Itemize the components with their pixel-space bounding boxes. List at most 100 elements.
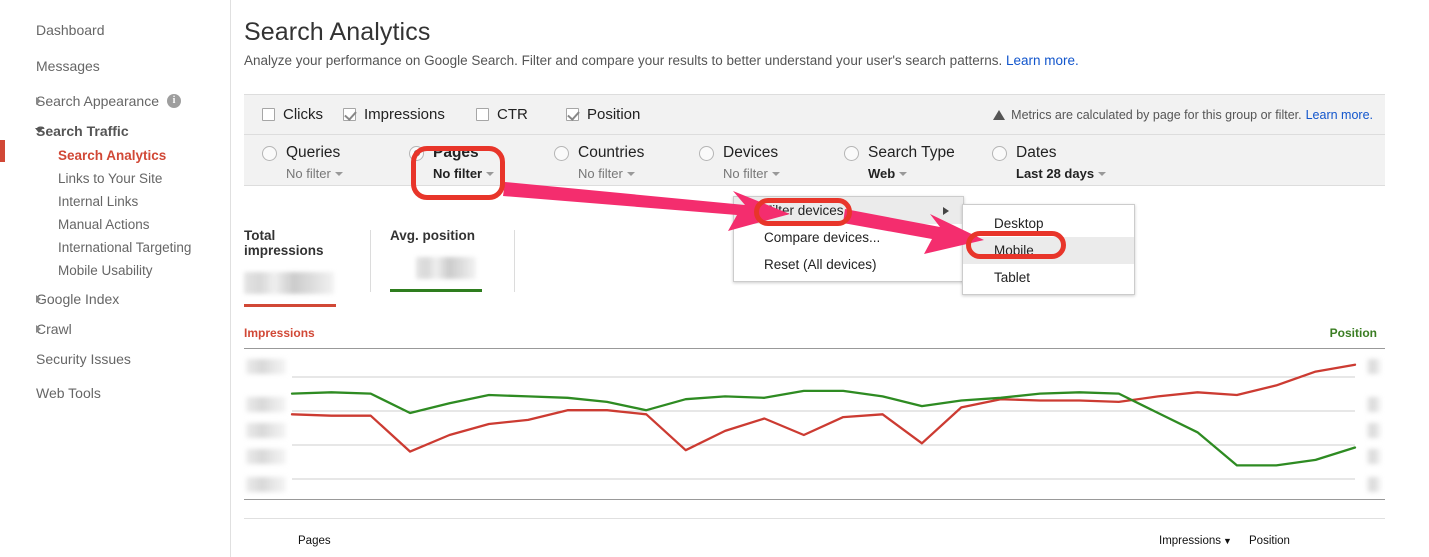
dimension-filter-dropdown[interactable]: No filter xyxy=(286,166,343,181)
stat-card-divider xyxy=(514,230,515,292)
sidebar-item-label: International Targeting xyxy=(58,239,192,255)
metric-checkbox-ctr[interactable]: CTR xyxy=(476,106,528,123)
sidebar-item-manual-actions[interactable]: Manual Actions xyxy=(0,213,150,236)
metrics-learn-more-link[interactable]: Learn more. xyxy=(1306,108,1373,122)
dimension-search-type[interactable]: Search Type Web xyxy=(844,144,955,181)
chart-series-position xyxy=(290,389,1357,467)
metric-label: Impressions xyxy=(364,106,445,123)
dimension-countries[interactable]: Countries No filter xyxy=(554,144,644,181)
sidebar-item-dashboard[interactable]: Dashboard xyxy=(0,18,105,41)
sidebar-item-security-issues[interactable]: Security Issues xyxy=(0,347,131,370)
stat-card-divider xyxy=(370,230,371,292)
menu-item-compare-devices[interactable]: Compare devices... xyxy=(734,224,963,251)
stat-card-value-redacted xyxy=(244,272,334,294)
device-filter-submenu[interactable]: Desktop Mobile Tablet xyxy=(962,204,1135,295)
dimension-filter-value: Web xyxy=(868,166,896,181)
dimension-filter-dropdown[interactable]: No filter xyxy=(578,166,644,181)
dimension-radio-row[interactable]: Search Type xyxy=(844,144,955,162)
table-header-impressions[interactable]: Impressions ▼ xyxy=(1159,535,1232,547)
dimensions-bar: Queries No filter Pages No filter Countries N… xyxy=(244,135,1385,186)
device-filter-menu[interactable]: Filter devices Compare devices... Reset (A… xyxy=(733,196,964,282)
info-icon[interactable]: i xyxy=(166,93,181,108)
menu-item-reset-all-devices[interactable]: Reset (All devices) xyxy=(734,251,963,278)
menu-item-label: Filter devices xyxy=(764,203,844,218)
chevron-down-icon[interactable] xyxy=(771,172,780,176)
header-learn-more-link[interactable]: Learn more. xyxy=(1006,53,1079,68)
page-description: Analyze your performance on Google Searc… xyxy=(244,53,1079,68)
dimension-radio-row[interactable]: Countries xyxy=(554,144,644,162)
sidebar-item-links-to-your-site[interactable]: Links to Your Site xyxy=(0,167,162,190)
sidebar-item-search-appearance[interactable]: Search Appearance i xyxy=(0,89,181,112)
table-header-label: Impressions xyxy=(1159,535,1221,547)
dimension-filter-dropdown[interactable]: No filter xyxy=(433,166,495,181)
dimension-label: Queries xyxy=(286,144,341,161)
dimension-radio-row[interactable]: Dates xyxy=(992,144,1106,162)
dimension-filter-dropdown[interactable]: Last 28 days xyxy=(1016,166,1107,181)
sidebar-item-label: Mobile Usability xyxy=(58,262,153,278)
metric-checkbox-impressions[interactable]: Impressions xyxy=(343,106,445,123)
table-header-pages[interactable]: Pages xyxy=(298,535,331,547)
radio-icon[interactable] xyxy=(262,145,277,161)
dimension-radio-row[interactable]: Devices xyxy=(699,144,780,162)
chevron-right-icon[interactable] xyxy=(36,324,46,334)
sort-descending-icon[interactable]: ▼ xyxy=(1223,536,1232,546)
submenu-item-label: Tablet xyxy=(994,270,1031,285)
menu-item-filter-devices[interactable]: Filter devices xyxy=(734,197,963,224)
sidebar-item-internal-links[interactable]: Internal Links xyxy=(0,190,138,213)
checkbox-icon[interactable] xyxy=(566,108,579,121)
chevron-down-icon[interactable] xyxy=(626,172,635,176)
dimension-filter-dropdown[interactable]: Web xyxy=(868,166,955,181)
checkbox-icon[interactable] xyxy=(343,108,356,121)
chart-svg xyxy=(290,363,1357,480)
dimension-radio-row[interactable]: Pages xyxy=(409,144,494,162)
sidebar-item-international-targeting[interactable]: International Targeting xyxy=(0,236,191,259)
warning-icon xyxy=(993,110,1006,120)
metric-checkbox-clicks[interactable]: Clicks xyxy=(262,106,323,123)
sidebar-item-google-index[interactable]: Google Index xyxy=(0,287,119,310)
chart-right-axis-label: Position xyxy=(1329,326,1377,340)
radio-icon[interactable] xyxy=(409,145,424,161)
stat-card-underline xyxy=(244,304,336,307)
table-header-position[interactable]: Position xyxy=(1249,535,1290,547)
chevron-down-icon[interactable] xyxy=(486,172,495,176)
radio-icon[interactable] xyxy=(699,145,714,161)
sidebar-item-search-traffic[interactable]: Search Traffic xyxy=(0,119,129,142)
chevron-right-icon[interactable] xyxy=(36,294,46,304)
chevron-down-icon[interactable] xyxy=(899,172,908,176)
submenu-item-mobile[interactable]: Mobile xyxy=(963,237,1134,264)
dimension-dates[interactable]: Dates Last 28 days xyxy=(992,144,1107,181)
metric-checkbox-position[interactable]: Position xyxy=(566,106,640,123)
dimension-filter-dropdown[interactable]: No filter xyxy=(723,166,780,181)
chevron-right-icon[interactable] xyxy=(36,96,46,106)
sidebar-item-crawl[interactable]: Crawl xyxy=(0,317,72,340)
checkbox-icon[interactable] xyxy=(262,108,275,121)
sidebar-item-messages[interactable]: Messages xyxy=(0,54,100,77)
radio-icon[interactable] xyxy=(992,145,1007,161)
sidebar-item-label: Web Tools xyxy=(36,384,101,401)
submenu-arrow-icon[interactable] xyxy=(943,207,949,215)
submenu-item-desktop[interactable]: Desktop xyxy=(963,210,1134,237)
chart-right-tick-redacted xyxy=(1367,397,1381,412)
chevron-down-icon[interactable] xyxy=(35,126,46,136)
dimension-pages[interactable]: Pages No filter xyxy=(409,144,495,181)
dimension-queries[interactable]: Queries No filter xyxy=(262,144,343,181)
sidebar-item-label: Google Index xyxy=(36,290,120,307)
stat-card-title: Avg. position xyxy=(390,228,475,243)
sidebar-item-web-tools[interactable]: Web Tools xyxy=(0,381,101,404)
radio-icon[interactable] xyxy=(844,145,859,161)
submenu-item-tablet[interactable]: Tablet xyxy=(963,264,1134,291)
dimension-devices[interactable]: Devices No filter xyxy=(699,144,780,181)
metric-label: CTR xyxy=(497,106,528,123)
metrics-note-text: Metrics are calculated by page for this … xyxy=(1011,108,1302,122)
chevron-down-icon[interactable] xyxy=(334,172,343,176)
dimension-radio-row[interactable]: Queries xyxy=(262,144,343,162)
radio-icon[interactable] xyxy=(554,145,569,161)
chart-right-tick-redacted xyxy=(1367,477,1381,492)
sidebar-item-mobile-usability[interactable]: Mobile Usability xyxy=(0,259,153,282)
menu-item-label: Compare devices... xyxy=(764,230,881,245)
checkbox-icon[interactable] xyxy=(476,108,489,121)
sidebar-item-search-analytics[interactable]: Search Analytics xyxy=(0,144,166,167)
sidebar-item-label: Dashboard xyxy=(36,21,105,38)
submenu-item-label: Desktop xyxy=(994,216,1044,231)
chevron-down-icon[interactable] xyxy=(1098,172,1107,176)
